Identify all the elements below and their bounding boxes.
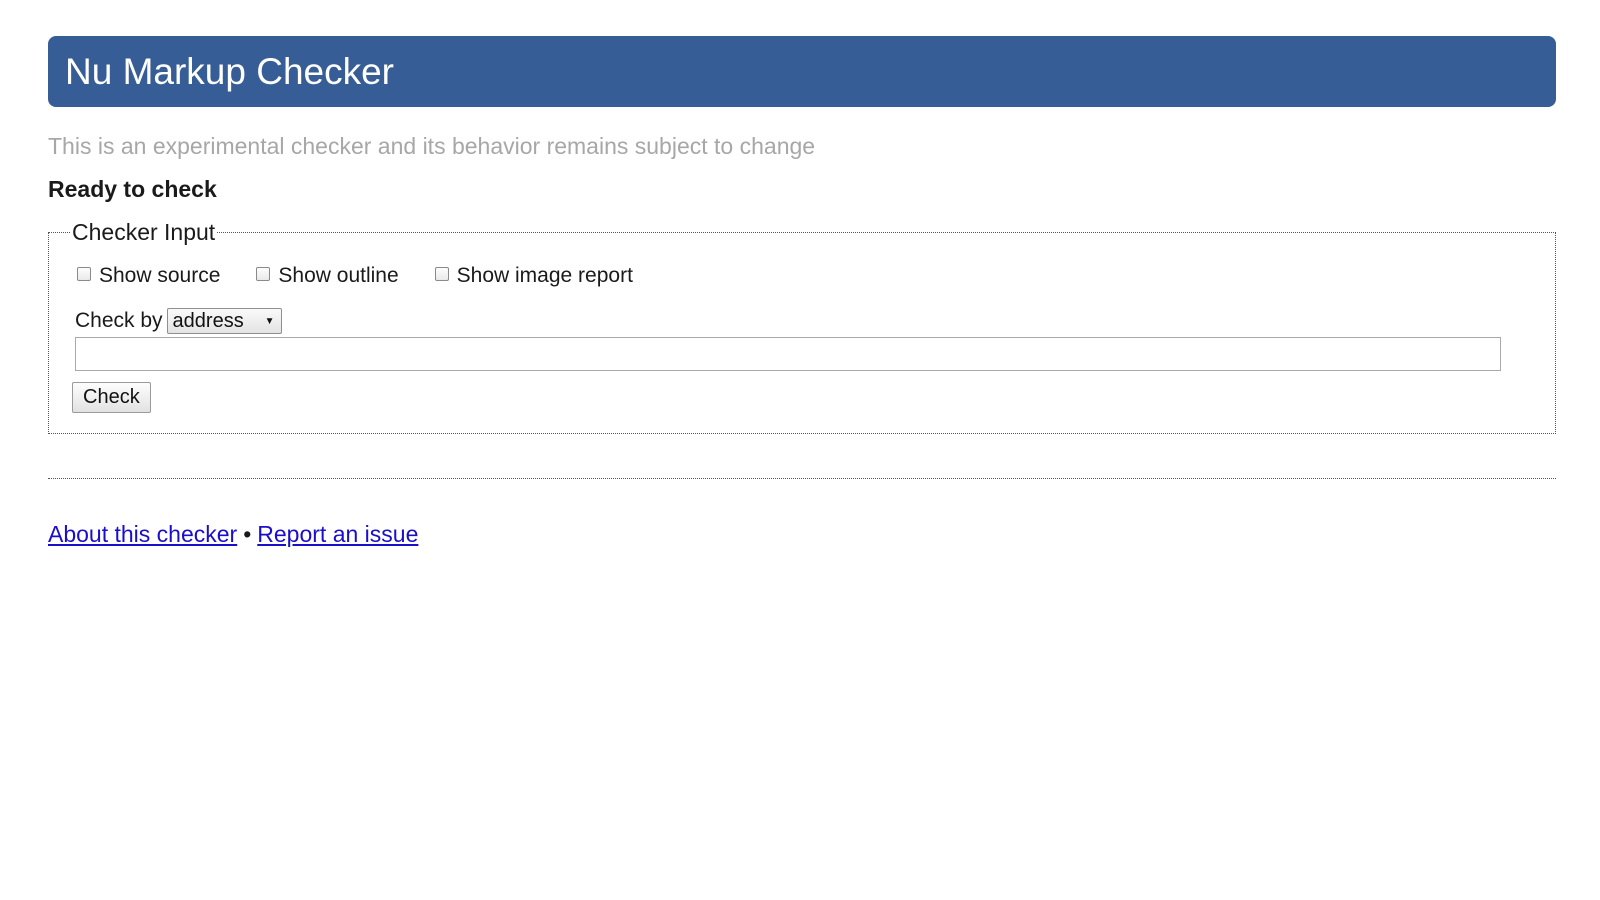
page-title: Nu Markup Checker bbox=[65, 51, 395, 92]
show-image-report-label: Show image report bbox=[456, 264, 633, 287]
options-row: Show source Show outline Show image repo… bbox=[71, 264, 1533, 288]
header-bar: Nu Markup Checker bbox=[48, 36, 1556, 107]
show-image-report-option[interactable]: Show image report bbox=[434, 264, 633, 288]
show-source-option[interactable]: Show source bbox=[77, 264, 220, 288]
dropdown-arrow-icon: ▼ bbox=[264, 315, 275, 327]
check-button[interactable]: Check bbox=[72, 382, 151, 413]
checker-input-fieldset: Checker Input Show source Show outline S… bbox=[48, 219, 1556, 434]
check-by-label: Check by bbox=[75, 309, 163, 332]
show-outline-checkbox[interactable] bbox=[256, 267, 271, 281]
show-image-report-checkbox[interactable] bbox=[434, 267, 449, 281]
check-by-selected-value: address bbox=[172, 309, 244, 332]
status-message: Ready to check bbox=[48, 176, 217, 202]
report-issue-link[interactable]: Report an issue bbox=[257, 521, 418, 547]
show-source-label: Show source bbox=[99, 264, 221, 287]
show-outline-option[interactable]: Show outline bbox=[256, 264, 399, 288]
show-source-checkbox[interactable] bbox=[77, 267, 91, 281]
footer: About this checker • Report an issue bbox=[48, 521, 1556, 548]
checker-input-legend: Checker Input bbox=[72, 219, 216, 245]
show-outline-label: Show outline bbox=[278, 264, 399, 287]
page: Nu Markup Checker This is an experimenta… bbox=[48, 36, 1556, 548]
check-by-row: Check by address ▼ bbox=[75, 308, 1533, 334]
footer-separator: • bbox=[243, 521, 252, 547]
check-by-select[interactable]: address ▼ bbox=[166, 308, 282, 334]
address-input[interactable] bbox=[75, 337, 1501, 371]
experimental-notice: This is an experimental checker and its … bbox=[48, 133, 816, 159]
about-checker-link[interactable]: About this checker bbox=[48, 521, 237, 547]
footer-divider bbox=[48, 478, 1556, 479]
